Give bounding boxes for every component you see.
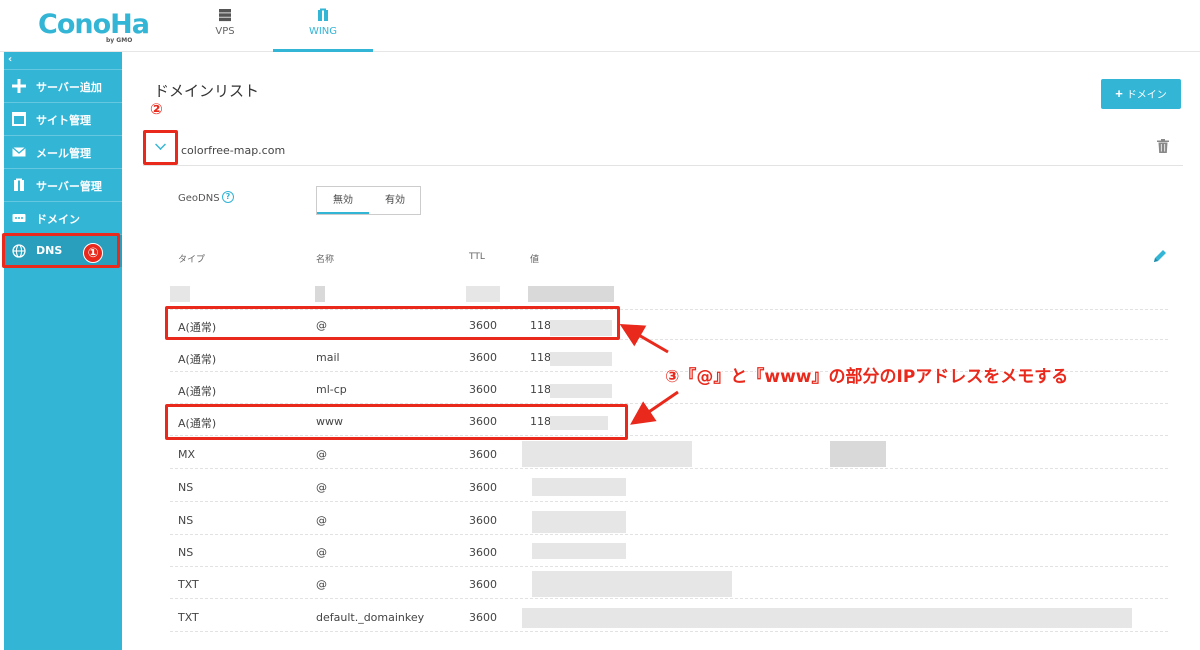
domain-icon (12, 214, 26, 222)
pencil-icon[interactable] (1152, 248, 1168, 264)
record-ttl: 3600 (469, 578, 497, 591)
help-icon[interactable]: ? (222, 191, 234, 203)
redacted-value (830, 441, 886, 467)
redacted-value (550, 384, 612, 398)
record-ttl: 3600 (469, 546, 497, 559)
record-type: TXT (178, 578, 199, 591)
redacted-value (532, 571, 732, 597)
chevron-down-icon (155, 139, 166, 150)
redacted-value (550, 352, 612, 366)
record-type: MX (178, 448, 196, 461)
sidebar-item-mail[interactable]: メール管理 (4, 135, 122, 168)
record-name: @ (316, 481, 327, 494)
table-row: TXT default._domainkey 3600 (170, 600, 1168, 632)
redacted-value (532, 511, 626, 533)
redacted-value (170, 286, 190, 302)
tab-vps[interactable]: VPS (175, 0, 275, 52)
column-header-ttl: TTL (469, 252, 485, 262)
highlight-www-record (165, 404, 628, 440)
record-value: 118 (530, 383, 551, 396)
record-ttl: 3600 (469, 383, 497, 396)
page-title: ドメインリスト (154, 82, 260, 100)
sidebar-item-domain[interactable]: ドメイン (4, 201, 122, 234)
table-row: TXT @3600 (170, 567, 1168, 599)
geodns-off-option[interactable]: 無効 (317, 187, 369, 214)
tab-vps-label: VPS (215, 26, 235, 37)
redacted-value (522, 608, 1132, 628)
record-name: @ (316, 578, 327, 591)
table-row: MX @3600 (170, 437, 1168, 469)
add-domain-button[interactable]: + ドメイン (1101, 79, 1181, 109)
tab-wing[interactable]: WING (273, 0, 373, 52)
record-value: 118 (530, 351, 551, 364)
record-type: A(通常) (178, 385, 217, 398)
record-ttl: 3600 (469, 611, 497, 624)
column-header-type: タイプ (178, 255, 206, 265)
record-name: @ (316, 448, 327, 461)
record-type: A(通常) (178, 353, 217, 366)
record-type: NS (178, 546, 194, 559)
step-1-badge: ① (83, 243, 103, 263)
trash-icon[interactable] (1157, 139, 1169, 153)
server-manage-icon (14, 178, 24, 191)
step-3-annotation: ③『@』と『www』の部分のIPアドレスをメモする (665, 367, 1069, 387)
geodns-toggle: 無効 有効 (316, 186, 421, 215)
record-name: @ (316, 514, 327, 527)
column-header-name: 名称 (316, 255, 335, 265)
sidebar-item-label: メール管理 (36, 147, 91, 160)
redacted-value (532, 543, 626, 559)
sidebar-collapse-button[interactable]: ‹ (8, 54, 12, 65)
domain-row[interactable]: colorfree-map.com (143, 130, 1183, 166)
record-type: TXT (178, 611, 199, 624)
sidebar-item-label: サイト管理 (36, 114, 91, 127)
record-ttl: 3600 (469, 481, 497, 494)
logo-sub: by GMO (106, 37, 133, 44)
sidebar-item-site[interactable]: サイト管理 (4, 102, 122, 135)
add-domain-label: ドメイン (1126, 90, 1167, 101)
table-row: NS @3600 (170, 535, 1168, 567)
record-name: mail (316, 351, 340, 364)
sidebar-item-label: サーバー追加 (36, 81, 102, 94)
column-header-value: 値 (530, 255, 540, 265)
tab-wing-label: WING (308, 26, 338, 37)
logo-text: ConoHa (38, 9, 150, 40)
geodns-on-option[interactable]: 有効 (369, 187, 421, 214)
sidebar: ‹ サーバー追加 サイト管理 メール管理 サーバー管理 ドメイン DNS (4, 52, 122, 650)
record-name: @ (316, 546, 327, 559)
record-name: ml-cp (316, 383, 347, 396)
record-ttl: 3600 (469, 448, 497, 461)
record-ttl: 3600 (469, 514, 497, 527)
conoha-logo[interactable]: ConoHa by GMO (38, 9, 150, 45)
redacted-value (315, 286, 325, 302)
plus-icon: + (1115, 86, 1123, 101)
sidebar-item-label: サーバー管理 (36, 180, 102, 193)
server-icon (219, 9, 231, 22)
sidebar-item-label: ドメイン (36, 213, 80, 226)
plus-icon (12, 79, 26, 93)
sidebar-item-add-server[interactable]: サーバー追加 (4, 69, 122, 102)
redacted-value (532, 478, 626, 496)
record-type: NS (178, 514, 194, 527)
table-row: NS @3600 (170, 503, 1168, 535)
redacted-value (466, 286, 500, 302)
mail-icon (12, 147, 26, 157)
expand-chevron-button[interactable] (143, 130, 178, 165)
sidebar-item-server-manage[interactable]: サーバー管理 (4, 168, 122, 201)
record-name: default._domainkey (316, 611, 425, 624)
domain-name: colorfree-map.com (181, 144, 286, 157)
site-icon (12, 112, 26, 126)
wing-icon (318, 8, 328, 21)
redacted-value (522, 441, 692, 467)
top-bar: ConoHa by GMO VPS WING (0, 0, 1200, 52)
step-2-badge: ② (150, 100, 163, 118)
record-ttl: 3600 (469, 351, 497, 364)
highlight-at-record (165, 306, 620, 340)
geodns-label: GeoDNS (178, 193, 220, 204)
table-row: NS @3600 (170, 470, 1168, 502)
redacted-value (528, 286, 614, 302)
record-type: NS (178, 481, 194, 494)
